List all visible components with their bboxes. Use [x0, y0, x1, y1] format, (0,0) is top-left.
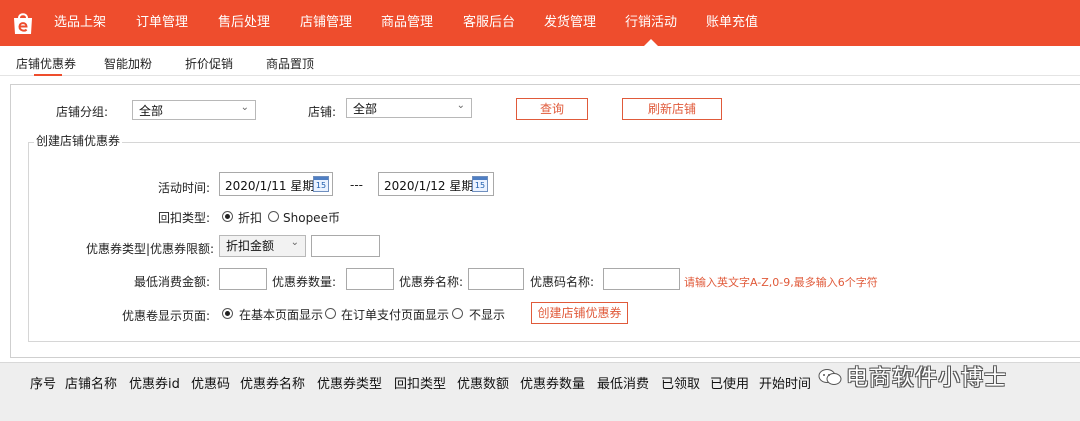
calendar-icon[interactable]: 15	[313, 176, 329, 192]
code-name-label: 优惠码名称:	[530, 275, 595, 289]
nav-item-orders[interactable]: 订单管理	[136, 15, 188, 31]
refresh-shops-button[interactable]: 刷新店铺	[622, 98, 722, 120]
create-coupon-button[interactable]: 创建店铺优惠券	[531, 302, 628, 324]
column-header[interactable]: 优惠码	[191, 373, 230, 392]
nav-item-products[interactable]: 选品上架	[54, 15, 106, 31]
display-none-label: 不显示	[469, 308, 506, 322]
shop-label: 店铺:	[308, 105, 337, 119]
column-header[interactable]: 序号	[30, 373, 56, 392]
display-basic-radio[interactable]	[222, 308, 233, 319]
display-checkout-radio[interactable]	[325, 308, 336, 319]
shop-select[interactable]: 全部 ⌄	[346, 98, 472, 118]
shopee-logo-icon[interactable]	[10, 10, 36, 36]
wechat-icon	[818, 369, 842, 385]
coupon-name-label: 优惠券名称:	[399, 275, 464, 289]
min-spend-label: 最低消费金额:	[134, 275, 211, 289]
start-date-picker[interactable]: 2020/1/11 星期 15	[219, 172, 333, 196]
rebate-coins-label: Shopee币	[283, 211, 340, 225]
end-date-picker[interactable]: 2020/1/12 星期 15	[378, 172, 494, 196]
tab-smart-follow[interactable]: 智能加粉	[104, 55, 152, 72]
column-header[interactable]: 店铺名称	[65, 373, 117, 392]
shop-group-value: 全部	[139, 104, 164, 118]
coupon-type-value: 折扣金额	[226, 239, 275, 253]
sub-tab-bar: 店铺优惠券 智能加粉 折价促销 商品置顶	[0, 46, 1080, 76]
chevron-down-icon: ⌄	[456, 100, 465, 111]
rebate-discount-radio[interactable]	[222, 211, 233, 222]
watermark-text: 电商软件小博士	[846, 366, 1008, 391]
rebate-coins-radio[interactable]	[268, 211, 279, 222]
coupon-count-input[interactable]	[346, 268, 394, 290]
active-tab-underline	[34, 74, 62, 76]
nav-item-after-sales[interactable]: 售后处理	[218, 15, 270, 31]
nav-item-billing[interactable]: 账单充值	[706, 15, 758, 31]
code-name-input[interactable]	[603, 268, 680, 290]
column-header[interactable]: 最低消费	[597, 373, 649, 392]
active-nav-indicator	[644, 39, 658, 46]
column-header[interactable]: 优惠券类型	[317, 373, 382, 392]
coupon-limit-input[interactable]	[311, 235, 380, 257]
query-button[interactable]: 查询	[516, 98, 588, 120]
column-header[interactable]: 优惠券id	[129, 373, 180, 392]
nav-item-goods[interactable]: 商品管理	[381, 15, 433, 31]
display-none-radio[interactable]	[452, 308, 463, 319]
code-name-hint: 请输入英文字A-Z,0-9,最多输入6个字符	[684, 276, 878, 289]
display-basic-label: 在基本页面显示	[239, 308, 324, 322]
date-range-separator: ---	[350, 178, 363, 192]
activity-time-label: 活动时间:	[158, 181, 211, 195]
calendar-icon[interactable]: 15	[472, 176, 488, 192]
nav-item-shops[interactable]: 店铺管理	[300, 15, 352, 31]
min-spend-input[interactable]	[219, 268, 267, 290]
coupon-count-label: 优惠券数量:	[272, 275, 337, 289]
display-page-label: 优惠卷显示页面:	[122, 309, 211, 323]
create-coupon-legend: 创建店铺优惠券	[34, 132, 123, 149]
start-date-value: 2020/1/11 星期	[225, 179, 315, 193]
chevron-down-icon: ⌄	[290, 237, 299, 248]
column-header[interactable]: 优惠券名称	[240, 373, 305, 392]
coupon-type-select[interactable]: 折扣金额 ⌄	[219, 235, 306, 257]
column-header[interactable]: 开始时间	[759, 373, 811, 392]
nav-item-customer-service[interactable]: 客服后台	[463, 15, 515, 31]
rebate-discount-label: 折扣	[238, 211, 263, 225]
column-header[interactable]: 优惠券数量	[520, 373, 585, 392]
tab-discount-promo[interactable]: 折价促销	[185, 55, 233, 72]
top-nav: 选品上架 订单管理 售后处理 店铺管理 商品管理 客服后台 发货管理 行销活动 …	[0, 0, 1080, 46]
chevron-down-icon: ⌄	[240, 102, 249, 113]
shop-group-label: 店铺分组:	[56, 105, 109, 119]
coupon-name-input[interactable]	[468, 268, 524, 290]
column-header[interactable]: 优惠数额	[457, 373, 509, 392]
nav-item-shipping[interactable]: 发货管理	[544, 15, 596, 31]
display-checkout-label: 在订单支付页面显示	[341, 308, 450, 322]
tab-product-pin[interactable]: 商品置顶	[266, 55, 314, 72]
tab-shop-coupon[interactable]: 店铺优惠券	[16, 55, 76, 72]
rebate-type-label: 回扣类型:	[158, 211, 211, 225]
shop-value: 全部	[353, 102, 378, 116]
column-header[interactable]: 回扣类型	[394, 373, 446, 392]
shop-group-select[interactable]: 全部 ⌄	[132, 100, 256, 120]
coupon-type-label: 优惠券类型|优惠券限额:	[86, 242, 215, 256]
nav-item-marketing[interactable]: 行销活动	[625, 15, 677, 31]
end-date-value: 2020/1/12 星期	[384, 179, 474, 193]
column-header[interactable]: 已领取	[661, 373, 700, 392]
column-header[interactable]: 已使用	[710, 373, 749, 392]
